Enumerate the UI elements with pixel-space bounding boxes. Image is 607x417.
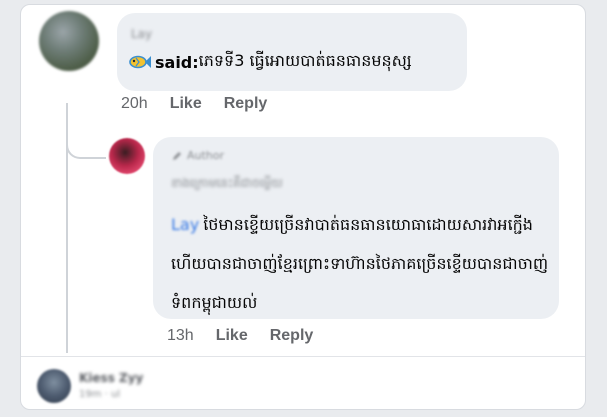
comment-body: said: ភេទទី3 ធ្វើអោយបាត់ធនធានមនុស្ស (127, 50, 412, 74)
author-badge-label: Author (187, 149, 225, 162)
thread-connector-curve (66, 125, 106, 159)
pen-icon (173, 151, 181, 160)
footer-avatar[interactable] (37, 369, 71, 403)
reply-timestamp[interactable]: 13h (167, 327, 194, 345)
fish-icon (129, 55, 151, 69)
divider (21, 356, 585, 357)
reply-body: Lay ថៃមានខ្ទើយច្រើនវាបាត់ធនធានយោធាដោយសារវ… (171, 205, 553, 322)
said-label: said: (155, 52, 199, 72)
author-badge: Author (171, 149, 224, 162)
like-button[interactable]: Like (170, 95, 202, 113)
comment-author-name[interactable]: Lay (131, 27, 152, 41)
comment-timestamp[interactable]: 20h (121, 95, 148, 113)
reply-reply-button[interactable]: Reply (270, 327, 314, 345)
comment-actions: 20h Like Reply (121, 95, 289, 113)
comment-bubble: Lay said: ភេទទី3 ធ្វើអោយបាត់ធនធានមនុស្ស (117, 13, 467, 91)
reply-button[interactable]: Reply (224, 95, 268, 113)
comment-thread-card: Lay said: ភេទទី3 ធ្វើអោយបាត់ធនធានមនុស្ស … (20, 4, 586, 410)
mention-link[interactable]: Lay (171, 215, 199, 234)
reply-author-subtitle[interactable]: ខាងក្រោមនេះគឺជាចម្លើយ (171, 175, 283, 193)
reply-like-button[interactable]: Like (216, 327, 248, 345)
comment-text: ភេទទី3 ធ្វើអោយបាត់ធនធានមនុស្ស (198, 51, 412, 70)
footer-meta: 19m · ul (79, 389, 121, 400)
reply-text: ថៃមានខ្ទើយច្រើនវាបាត់ធនធានយោធាដោយសារវាអក… (171, 215, 549, 312)
commenter-avatar[interactable] (39, 11, 99, 71)
footer-commenter-name[interactable]: Kiess Zyy (79, 371, 143, 385)
reply-author-avatar[interactable] (109, 138, 145, 174)
reply-actions: 13h Like Reply (167, 327, 335, 345)
reply-bubble: Author ខាងក្រោមនេះគឺជាចម្លើយ Lay ថៃមានខ្ទ… (153, 137, 559, 319)
